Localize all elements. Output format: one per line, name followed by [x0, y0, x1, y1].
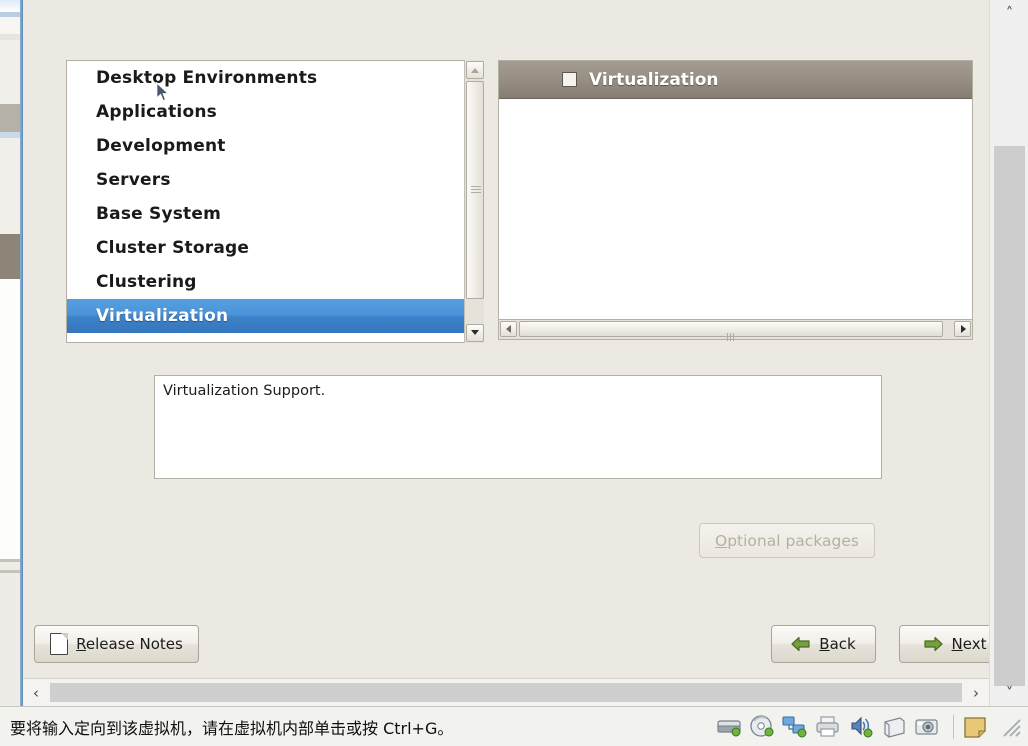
printer-icon[interactable]	[814, 713, 844, 741]
camera-icon[interactable]	[913, 713, 943, 741]
scroll-up-button[interactable]	[466, 61, 484, 79]
horizontal-scrollbar-thumb[interactable]	[519, 321, 943, 341]
scrollbar-grip-icon	[471, 186, 481, 195]
triangle-up-icon	[471, 68, 479, 73]
window-vertical-scrollbar[interactable]: ˄ ˅	[989, 0, 1028, 706]
accel-char: N	[951, 635, 963, 653]
package-detail-panel: Virtualization	[498, 60, 973, 320]
group-description-text: Virtualization Support.	[163, 383, 326, 399]
group-list-vertical-scrollbar[interactable]	[464, 60, 484, 343]
window-scroll-up-button[interactable]: ˄	[990, 0, 1028, 26]
accel-char: B	[819, 635, 830, 653]
group-item-virtualization[interactable]: Virtualization	[67, 299, 483, 333]
window-scrollbar-track[interactable]	[990, 26, 1028, 686]
window-scroll-down-button[interactable]: ˅	[990, 680, 1028, 706]
accel-char: R	[76, 635, 86, 653]
optional-packages-label: Optional packages	[715, 531, 859, 550]
cd-dvd-icon[interactable]	[748, 713, 778, 741]
optional-packages-button[interactable]: Optional packages	[699, 523, 875, 558]
page-scroll-left-button[interactable]: ‹	[23, 679, 49, 706]
group-item-clustering[interactable]: Clustering	[67, 265, 483, 299]
resize-grip-icon[interactable]	[1000, 716, 1022, 738]
package-list-body[interactable]	[499, 99, 972, 319]
document-icon	[50, 633, 69, 655]
accel-char: O	[715, 531, 728, 550]
vertical-scrollbar-thumb[interactable]	[466, 81, 484, 299]
group-description-box: Virtualization Support.	[154, 375, 882, 479]
scroll-left-button[interactable]	[500, 321, 517, 337]
vm-status-bar: 要将输入定向到该虚拟机，请在虚拟机内部单击或按 Ctrl+G。	[0, 706, 1028, 746]
scroll-down-button[interactable]	[466, 324, 484, 342]
group-item-cluster-storage[interactable]: Cluster Storage	[67, 231, 483, 265]
sound-card-icon[interactable]	[847, 713, 877, 741]
installer-page: Desktop Environments Applications Develo…	[23, 0, 1011, 692]
group-item-servers[interactable]: Servers	[67, 163, 483, 197]
host-desktop-sliver	[0, 0, 22, 706]
page-horizontal-scrollbar[interactable]: ‹ ›	[23, 678, 989, 706]
page-scroll-right-button[interactable]: ›	[963, 679, 989, 706]
vm-status-message: 要将输入定向到该虚拟机，请在虚拟机内部单击或按 Ctrl+G。	[10, 718, 454, 738]
back-label: Back	[819, 635, 856, 653]
mouse-cursor	[156, 82, 170, 102]
package-group-list[interactable]: Desktop Environments Applications Develo…	[66, 60, 484, 343]
triangle-left-icon	[505, 325, 511, 333]
screen-root: Desktop Environments Applications Develo…	[0, 0, 1028, 746]
sticky-note-icon[interactable]	[961, 713, 991, 741]
arrow-left-green-icon	[791, 636, 810, 652]
group-item-development[interactable]: Development	[67, 129, 483, 163]
page-horizontal-scrollbar-thumb[interactable]	[50, 683, 962, 702]
back-button[interactable]: Back	[771, 625, 876, 663]
group-item-base-system[interactable]: Base System	[67, 197, 483, 231]
triangle-right-icon	[960, 325, 966, 333]
package-group-header-label: Virtualization	[589, 69, 719, 90]
window-scrollbar-thumb[interactable]	[994, 146, 1025, 686]
next-label: Next	[951, 635, 987, 653]
release-notes-button[interactable]: Release Notes	[34, 625, 199, 663]
scroll-right-button[interactable]	[954, 321, 971, 337]
package-group-header[interactable]: Virtualization	[499, 61, 972, 99]
group-checkbox[interactable]	[562, 72, 577, 87]
group-item-desktop-environments[interactable]: Desktop Environments	[67, 61, 483, 95]
network-adapter-icon[interactable]	[781, 713, 811, 741]
arrow-right-green-icon	[923, 636, 943, 652]
group-item-applications[interactable]: Applications	[67, 95, 483, 129]
scrollbar-grip-icon	[727, 326, 736, 341]
package-group-list-items[interactable]: Desktop Environments Applications Develo…	[67, 61, 483, 342]
vm-device-icons	[715, 707, 1028, 746]
package-panel-horizontal-scrollbar[interactable]	[498, 320, 973, 341]
release-notes-label: Release Notes	[76, 635, 183, 653]
status-divider	[953, 714, 954, 739]
hard-disk-icon[interactable]	[715, 713, 745, 741]
triangle-down-icon	[471, 330, 479, 335]
usb-device-icon[interactable]	[880, 713, 910, 741]
